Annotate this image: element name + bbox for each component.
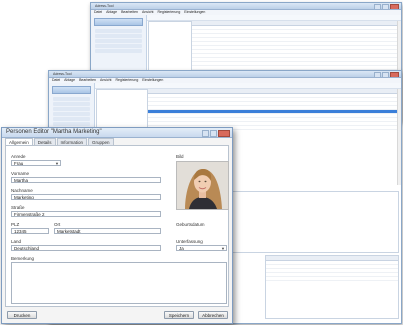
close-icon[interactable] [390, 72, 399, 77]
dialog-form: Anrede Frau ▼ Vorname Martha Nachname Mar… [5, 145, 229, 307]
sidebar-header[interactable] [94, 18, 143, 26]
portrait-image [177, 162, 228, 209]
tab-allgemein[interactable]: Allgemein [5, 138, 33, 145]
tab-gruppen[interactable]: Gruppen [88, 138, 114, 145]
person-editor-dialog: Personen Editor "Martha Marketing" Allge… [1, 127, 233, 324]
back-window-titlebar[interactable]: Adress-Tool [91, 3, 401, 10]
menu-item[interactable]: Datei [52, 78, 60, 82]
plz-label: PLZ [11, 222, 20, 227]
vorname-label: Vorname [11, 171, 30, 176]
middle-window-titlebar[interactable]: Adress-Tool [49, 71, 401, 78]
sidebar-item[interactable] [53, 107, 90, 111]
minimize-icon[interactable] [202, 130, 209, 137]
sidebar-header[interactable] [52, 86, 91, 94]
menu-item[interactable]: Ablage [106, 10, 117, 14]
ort-field[interactable]: Marketstadt [54, 228, 161, 234]
menu-item[interactable]: Bearbeiten [79, 78, 96, 82]
save-button[interactable]: Speichern [164, 311, 194, 319]
anrede-value: Frau [14, 161, 24, 166]
sidebar-item[interactable] [53, 112, 90, 116]
close-icon[interactable] [390, 4, 399, 9]
tab-information[interactable]: Information [56, 138, 88, 145]
sidebar-item[interactable] [95, 29, 142, 33]
sidebar-item[interactable] [53, 122, 90, 126]
menu-item[interactable]: Einstellungen [184, 10, 205, 14]
chevron-down-icon: ▼ [221, 246, 225, 251]
unterfassung-value: Ja [179, 246, 184, 251]
menu-item[interactable]: Registerierung [116, 78, 139, 82]
unterfassung-label: Unterfassung [176, 239, 203, 244]
table-row[interactable] [266, 277, 398, 281]
dialog-tabs: Allgemein Details Information Gruppen [5, 138, 229, 145]
cancel-button[interactable]: Abbrechen [198, 311, 228, 319]
strasse-label: Straße [11, 205, 25, 210]
maximize-icon[interactable] [382, 72, 389, 77]
sidebar-item[interactable] [95, 34, 142, 38]
bemerkung-label: Bemerkung [11, 256, 35, 261]
menu-item[interactable]: Ansicht [100, 78, 111, 82]
strasse-field[interactable]: Firmenstraße 2 [11, 211, 161, 217]
minimize-icon[interactable] [374, 72, 381, 77]
anrede-label: Anrede [11, 154, 26, 159]
scrollbar[interactable] [397, 89, 401, 185]
dialog-titlebar[interactable]: Personen Editor "Martha Marketing" [2, 128, 232, 138]
sidebar-item[interactable] [53, 97, 90, 101]
sidebar-item[interactable] [95, 49, 142, 53]
tab-details[interactable]: Details [33, 138, 56, 145]
land-field[interactable]: Deutschland [11, 245, 161, 251]
plz-field[interactable]: 12345 [11, 228, 49, 234]
menu-item[interactable]: Ansicht [142, 10, 153, 14]
back-window-title: Adress-Tool [95, 4, 114, 8]
close-icon[interactable] [218, 130, 230, 137]
maximize-icon[interactable] [382, 4, 389, 9]
unterfassung-select[interactable]: Ja ▼ [176, 245, 227, 251]
geburtsdatum-label: Geburtsdatum [176, 222, 205, 227]
nachname-field[interactable]: Marketing [11, 194, 161, 200]
menu-item[interactable]: Bearbeiten [121, 10, 138, 14]
sidebar-item[interactable] [95, 44, 142, 48]
menu-item[interactable]: Registerierung [158, 10, 181, 14]
print-button[interactable]: Drucken [7, 311, 37, 319]
minimize-icon[interactable] [374, 4, 381, 9]
bemerkung-field[interactable] [11, 262, 227, 304]
bild-label: Bild [176, 154, 184, 159]
chevron-down-icon: ▼ [55, 161, 59, 166]
middle-window-title: Adress-Tool [53, 72, 72, 76]
maximize-icon[interactable] [210, 130, 217, 137]
land-label: Land [11, 239, 22, 244]
nachname-label: Nachname [11, 188, 33, 193]
menu-item[interactable]: Datei [94, 10, 102, 14]
anrede-select[interactable]: Frau ▼ [11, 160, 61, 166]
sidebar-item[interactable] [95, 39, 142, 43]
vorname-field[interactable]: Martha [11, 177, 161, 183]
ort-label: Ort [54, 222, 61, 227]
sidebar-item[interactable] [53, 102, 90, 106]
person-photo[interactable] [176, 161, 229, 210]
sidebar-item[interactable] [53, 117, 90, 121]
menu-item[interactable]: Ablage [64, 78, 75, 82]
dialog-title: Personen Editor "Martha Marketing" [6, 129, 102, 135]
middle-bottom-grid [265, 255, 399, 319]
menu-item[interactable]: Einstellungen [142, 78, 163, 82]
